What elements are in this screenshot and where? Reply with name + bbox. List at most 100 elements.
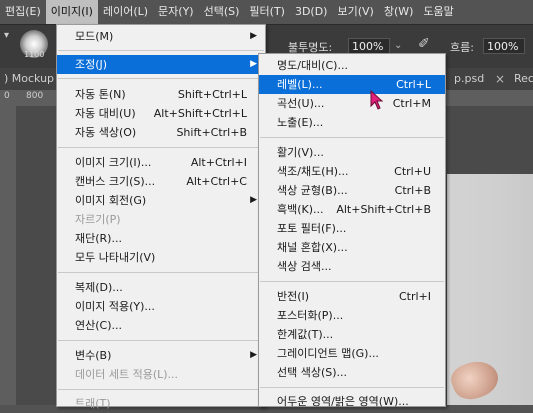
menu-separator: [260, 137, 444, 138]
menu-item-label: 포스터화(P)...: [277, 309, 344, 322]
menu-separator: [260, 281, 444, 282]
menu-item-label: 활기(V)...: [277, 146, 324, 159]
menu-item-label: 채널 혼합(X)...: [277, 241, 348, 254]
menu-separator: [58, 340, 264, 341]
menu-item-hue-saturation[interactable]: 색조/채도(H)... Ctrl+U: [259, 162, 445, 181]
menu-item-label: 데이터 세트 적용(L)...: [75, 368, 179, 381]
menu-item-color-lookup[interactable]: 색상 검색...: [259, 257, 445, 276]
menu-shortcut: Alt+Ctrl+I: [190, 156, 247, 169]
menu-image[interactable]: 이미지(I): [45, 0, 98, 24]
submenu-arrow-icon: ▶: [250, 31, 257, 41]
menu-item-label: 모두 나타내기(V): [75, 251, 156, 264]
menu-view[interactable]: 보기(V): [332, 0, 378, 24]
adjustments-submenu: 명도/대비(C)... 레벨(L)... Ctrl+L 곡선(U)... Ctr…: [258, 53, 446, 408]
menu-item-apply-data-set: 데이터 세트 적용(L)...: [57, 365, 265, 384]
menu-item-calculations[interactable]: 연산(C)...: [57, 316, 265, 335]
ruler-tick: 0: [4, 91, 10, 101]
menu-item-label: 이미지 회전(G): [75, 194, 147, 207]
menu-item-mode[interactable]: 모드(M) ▶: [57, 27, 265, 46]
menu-item-reveal-all[interactable]: 모두 나타내기(V): [57, 248, 265, 267]
menu-item-label: 재단(R)...: [75, 232, 122, 245]
menu-item-channel-mixer[interactable]: 채널 혼합(X)...: [259, 238, 445, 257]
tab-mockup[interactable]: ) Mockup: [4, 68, 54, 90]
menu-item-invert[interactable]: 반전(I) Ctrl+I: [259, 287, 445, 306]
menu-help[interactable]: 도움말: [418, 0, 458, 24]
menu-shortcut: Ctrl+U: [394, 165, 431, 178]
menu-type[interactable]: 문자(Y): [153, 0, 199, 24]
menu-item-duplicate[interactable]: 복제(D)...: [57, 278, 265, 297]
submenu-arrow-icon: ▶: [250, 195, 257, 205]
menu-item-label: 자르기(P): [75, 213, 121, 226]
menu-shortcut: Ctrl+M: [392, 97, 431, 110]
menu-item-curves[interactable]: 곡선(U)... Ctrl+M: [259, 94, 445, 113]
menu-window[interactable]: 창(W): [379, 0, 419, 24]
menu-item-label: 자동 톤(N): [75, 88, 126, 101]
menu-separator: [58, 78, 264, 79]
menu-item-crop: 자르기(P): [57, 210, 265, 229]
menu-item-label: 포토 필터(F)...: [277, 222, 347, 235]
flow-field[interactable]: 100%: [483, 38, 525, 54]
menu-item-trap: 트래(T): [57, 394, 265, 413]
menu-item-apply-image[interactable]: 이미지 적용(Y)...: [57, 297, 265, 316]
menu-item-image-size[interactable]: 이미지 크기(I)... Alt+Ctrl+I: [57, 153, 265, 172]
menu-shortcut: Ctrl+B: [394, 184, 431, 197]
menu-item-vibrance[interactable]: 활기(V)...: [259, 143, 445, 162]
menu-item-auto-contrast[interactable]: 자동 대비(U) Alt+Shift+Ctrl+L: [57, 104, 265, 123]
vertical-ruler: [0, 106, 16, 405]
submenu-arrow-icon: ▶: [250, 59, 257, 69]
menu-item-label: 이미지 크기(I)...: [75, 156, 152, 169]
opacity-chevron-icon[interactable]: ⌄: [394, 40, 402, 51]
menu-item-trim[interactable]: 재단(R)...: [57, 229, 265, 248]
menu-item-shadows-highlights[interactable]: 어두운 영역/밝은 영역(W)...: [259, 392, 445, 411]
menu-item-label: 복제(D)...: [75, 281, 123, 294]
menu-item-black-white[interactable]: 흑백(K)... Alt+Shift+Ctrl+B: [259, 200, 445, 219]
menu-item-label: 연산(C)...: [75, 319, 122, 332]
menu-item-exposure[interactable]: 노출(E)...: [259, 113, 445, 132]
menu-item-label: 변수(B): [75, 349, 112, 362]
menu-item-label: 선택 색상(S)...: [277, 366, 348, 379]
menu-item-image-rotation[interactable]: 이미지 회전(G) ▶: [57, 191, 265, 210]
image-menu: 모드(M) ▶ 조정(J) ▶ 자동 톤(N) Shift+Ctrl+L 자동 …: [56, 24, 266, 410]
menu-bar: 편집(E) 이미지(I) 레이어(L) 문자(Y) 선택(S) 필터(T) 3D…: [0, 0, 533, 24]
close-icon[interactable]: ×: [495, 68, 505, 90]
tab-rec[interactable]: Rec: [514, 68, 533, 90]
menu-item-adjustments[interactable]: 조정(J) ▶: [57, 55, 265, 74]
menu-separator: [58, 272, 264, 273]
menu-filter[interactable]: 필터(T): [244, 0, 290, 24]
menu-item-label: 색상 균형(B)...: [277, 184, 348, 197]
menu-item-gradient-map[interactable]: 그레이디언트 맵(G)...: [259, 344, 445, 363]
menu-separator: [58, 50, 264, 51]
chevron-down-icon[interactable]: ▾: [4, 30, 9, 41]
tab-psd[interactable]: p.psd: [454, 68, 484, 90]
menu-3d[interactable]: 3D(D): [290, 0, 333, 24]
menu-item-label: 자동 색상(O): [75, 126, 137, 139]
menu-item-posterize[interactable]: 포스터화(P)...: [259, 306, 445, 325]
menu-item-label: 레벨(L)...: [277, 78, 323, 91]
menu-item-label: 그레이디언트 맵(G)...: [277, 347, 379, 360]
menu-item-variables[interactable]: 변수(B) ▶: [57, 346, 265, 365]
mouse-cursor-icon: [370, 90, 384, 110]
menu-item-label: 조정(J): [75, 58, 108, 71]
menu-item-threshold[interactable]: 한계값(T)...: [259, 325, 445, 344]
menu-item-color-balance[interactable]: 색상 균형(B)... Ctrl+B: [259, 181, 445, 200]
opacity-field[interactable]: 100%: [348, 38, 390, 54]
menu-item-auto-tone[interactable]: 자동 톤(N) Shift+Ctrl+L: [57, 85, 265, 104]
menu-layer[interactable]: 레이어(L): [98, 0, 153, 24]
menu-item-brightness-contrast[interactable]: 명도/대비(C)...: [259, 56, 445, 75]
menu-item-selective-color[interactable]: 선택 색상(S)...: [259, 363, 445, 382]
menu-separator: [58, 389, 264, 390]
menu-item-levels[interactable]: 레벨(L)... Ctrl+L: [259, 75, 445, 94]
menu-item-auto-color[interactable]: 자동 색상(O) Shift+Ctrl+B: [57, 123, 265, 142]
menu-item-label: 캔버스 크기(S)...: [75, 175, 156, 188]
menu-item-label: 트래(T): [75, 397, 111, 410]
menu-item-canvas-size[interactable]: 캔버스 크기(S)... Alt+Ctrl+C: [57, 172, 265, 191]
menu-item-label: 자동 대비(U): [75, 107, 136, 120]
menu-item-label: 이미지 적용(Y)...: [75, 300, 155, 313]
submenu-arrow-icon: ▶: [250, 350, 257, 360]
menu-select[interactable]: 선택(S): [199, 0, 245, 24]
menu-item-label: 색조/채도(H)...: [277, 165, 349, 178]
menu-shortcut: Shift+Ctrl+L: [177, 88, 247, 101]
menu-item-photo-filter[interactable]: 포토 필터(F)...: [259, 219, 445, 238]
menu-edit[interactable]: 편집(E): [0, 0, 46, 24]
airbrush-icon[interactable]: ✐: [418, 36, 430, 52]
